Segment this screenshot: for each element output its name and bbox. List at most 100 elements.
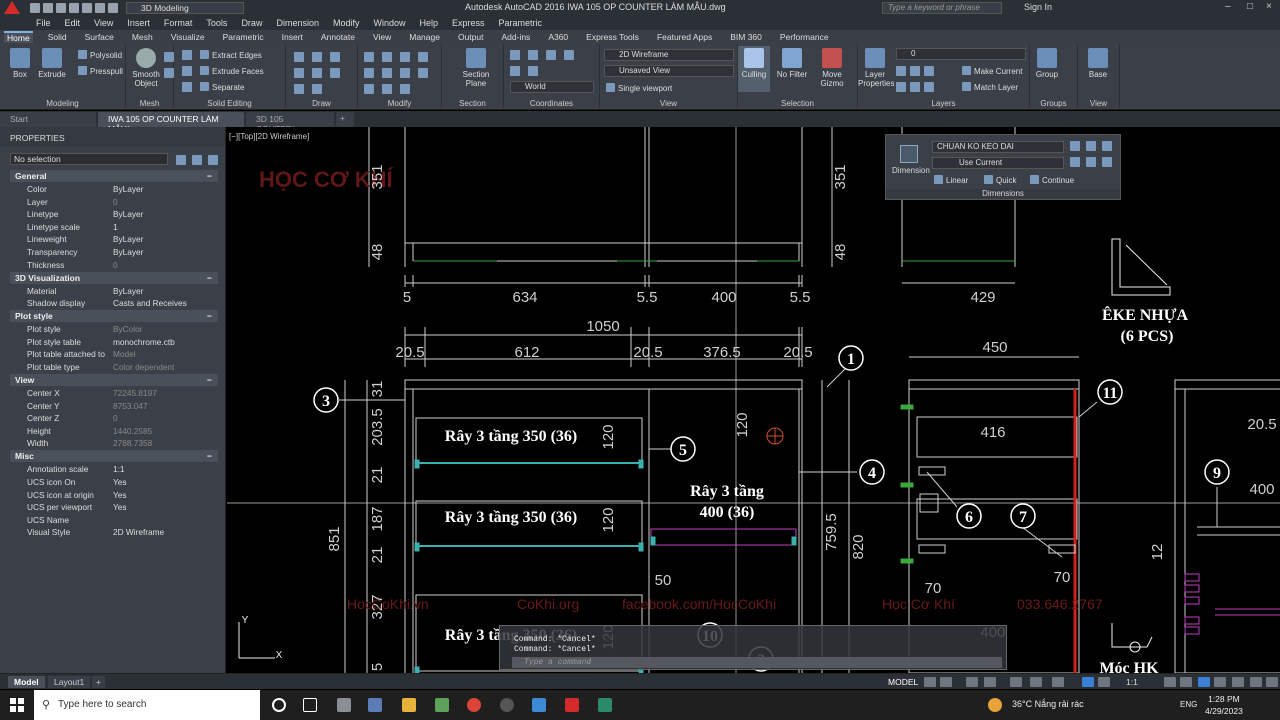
layer-tool-icon[interactable] [910,82,920,92]
property-value[interactable]: Yes [113,501,127,514]
property-row[interactable]: Color ByLayer [10,183,218,196]
property-value[interactable]: 0 [113,196,118,209]
menu-tools[interactable]: Tools [206,18,227,28]
property-value[interactable]: ByLayer [113,208,143,221]
property-row[interactable]: Shadow displayCasts and Receives Shado..… [10,297,218,321]
explode-icon[interactable] [400,84,410,94]
property-row[interactable]: Plot style table monochrome.ctb [10,336,218,349]
tab-view[interactable]: View [370,32,394,42]
tab-parametric[interactable]: Parametric [220,32,267,42]
property-value[interactable]: ByLayer [113,233,143,246]
menu-dimension[interactable]: Dimension [276,18,319,28]
property-value[interactable]: 1440.2585 [113,425,152,438]
hatch-icon[interactable] [312,84,322,94]
layer-tool-icon[interactable] [896,66,906,76]
presspull-button[interactable]: Presspull [78,66,123,76]
tab-solid[interactable]: Solid [45,32,70,42]
menu-view[interactable]: View [94,18,113,28]
mesh-tool-icon[interactable] [164,68,174,78]
clean-screen-icon[interactable] [1232,677,1244,687]
property-value[interactable]: ByLayer [113,285,143,298]
viewport-controls[interactable]: [−][Top][2D Wireframe] [229,132,309,141]
tab-layout1[interactable]: Layout1 [48,676,91,688]
visual-style-select[interactable]: 2D Wireframe [604,49,734,61]
task-view-icon[interactable] [303,698,317,712]
quick-button[interactable]: Quick [984,175,1016,185]
viewport-config-button[interactable]: Single viewport [606,83,672,93]
property-value[interactable]: monochrome.ctb [113,336,175,349]
mirror-icon[interactable] [418,52,428,62]
redo-icon[interactable] [108,3,118,13]
property-row[interactable]: Annotation scale 1:1 [10,463,218,476]
menu-edit[interactable]: Edit [65,18,81,28]
property-row[interactable]: UCS icon On Yes [10,476,218,489]
plot-icon[interactable] [82,3,92,13]
layer-tool-icon[interactable] [910,66,920,76]
property-value[interactable]: 1 [113,221,118,234]
section-misc[interactable]: Misc [10,450,218,463]
select-objects-icon[interactable] [192,155,202,165]
selection-dropdown[interactable]: No selection [10,153,168,165]
taskbar-search-input[interactable]: Type here to search [34,690,260,720]
minimize-icon[interactable]: – [1225,1,1231,12]
menu-format[interactable]: Format [164,18,193,28]
property-value[interactable]: 2D Wireframe [113,526,164,539]
smooth-object-button[interactable]: Smooth Object [128,48,164,88]
dim-tool-icon[interactable] [1102,157,1112,167]
language-indicator[interactable]: ENG [1180,700,1197,709]
section-3d-visualization[interactable]: 3D Visualization [10,271,218,284]
property-row[interactable]: Linetype ByLayer [10,208,218,221]
dimstyle-select[interactable]: CHUAN KO KEO DAI [932,141,1064,153]
property-row[interactable]: UCS per viewport Yes [10,501,218,514]
dim-tool-icon[interactable] [1070,141,1080,151]
linear-button[interactable]: Linear [934,175,968,185]
file-explorer-icon[interactable] [402,698,416,712]
tab-surface[interactable]: Surface [82,32,117,42]
autocad-taskbar-icon[interactable] [565,698,579,712]
property-value[interactable]: Yes [113,489,127,502]
continue-button[interactable]: Continue [1030,175,1074,185]
chrome-icon[interactable] [467,698,481,712]
quick-select-icon[interactable] [208,155,218,165]
property-row[interactable]: UCS icon at origin Yes [10,489,218,502]
customization-icon[interactable] [1250,677,1262,687]
property-row[interactable]: Plot table type Color dependent [10,361,218,374]
rectangle-icon[interactable] [312,68,322,78]
open-icon[interactable] [43,3,53,13]
ellipse-icon[interactable] [330,68,340,78]
ucs-icon[interactable] [528,50,538,60]
property-row[interactable]: Material ByLayer [10,285,218,298]
model-space-button[interactable]: MODEL [888,677,918,687]
tab-featured-apps[interactable]: Featured Apps [654,32,715,42]
tab-home[interactable]: Home [4,31,33,43]
property-value[interactable]: ByColor [113,323,143,336]
extrude-faces-button[interactable]: Extrude Faces [200,66,264,76]
trim-icon[interactable] [382,68,392,78]
menu-insert[interactable]: Insert [127,18,150,28]
photos-icon[interactable] [532,698,546,712]
new-tab-button[interactable]: + [336,112,354,127]
search-input[interactable]: Type a keyword or phrase [882,2,1002,14]
clock[interactable]: 1:28 PM 4/29/2023 [1205,693,1243,717]
dim-layer-select[interactable]: Use Current [932,157,1064,169]
intersect-icon[interactable] [182,82,192,92]
tab-performance[interactable]: Performance [777,32,832,42]
calculator-icon[interactable] [337,698,351,712]
property-row[interactable]: UCS Name [10,514,218,527]
tab-drawing-active[interactable]: IWA 105 OP COUNTER LÀM MẪU* [98,112,244,134]
move-icon[interactable] [364,52,374,62]
menu-modify[interactable]: Modify [333,18,360,28]
property-row[interactable]: Plot table attached to Model [10,348,218,361]
move-gizmo-button[interactable]: Move Gizmo [814,48,850,88]
app-icon[interactable] [435,698,449,712]
sign-in-button[interactable]: Sign In [1024,2,1052,12]
polysolid-button[interactable]: Polysolid [78,50,122,60]
property-value[interactable]: 72245.8197 [113,387,157,400]
menu-help[interactable]: Help [420,18,439,28]
section-plot-style[interactable]: Plot style [10,310,218,323]
rotate-icon[interactable] [382,52,392,62]
mesh-tool-icon[interactable] [164,52,174,62]
app-icon[interactable] [598,698,612,712]
extrude-button[interactable]: Extrude [34,48,70,79]
weather-icon[interactable] [988,698,1002,712]
